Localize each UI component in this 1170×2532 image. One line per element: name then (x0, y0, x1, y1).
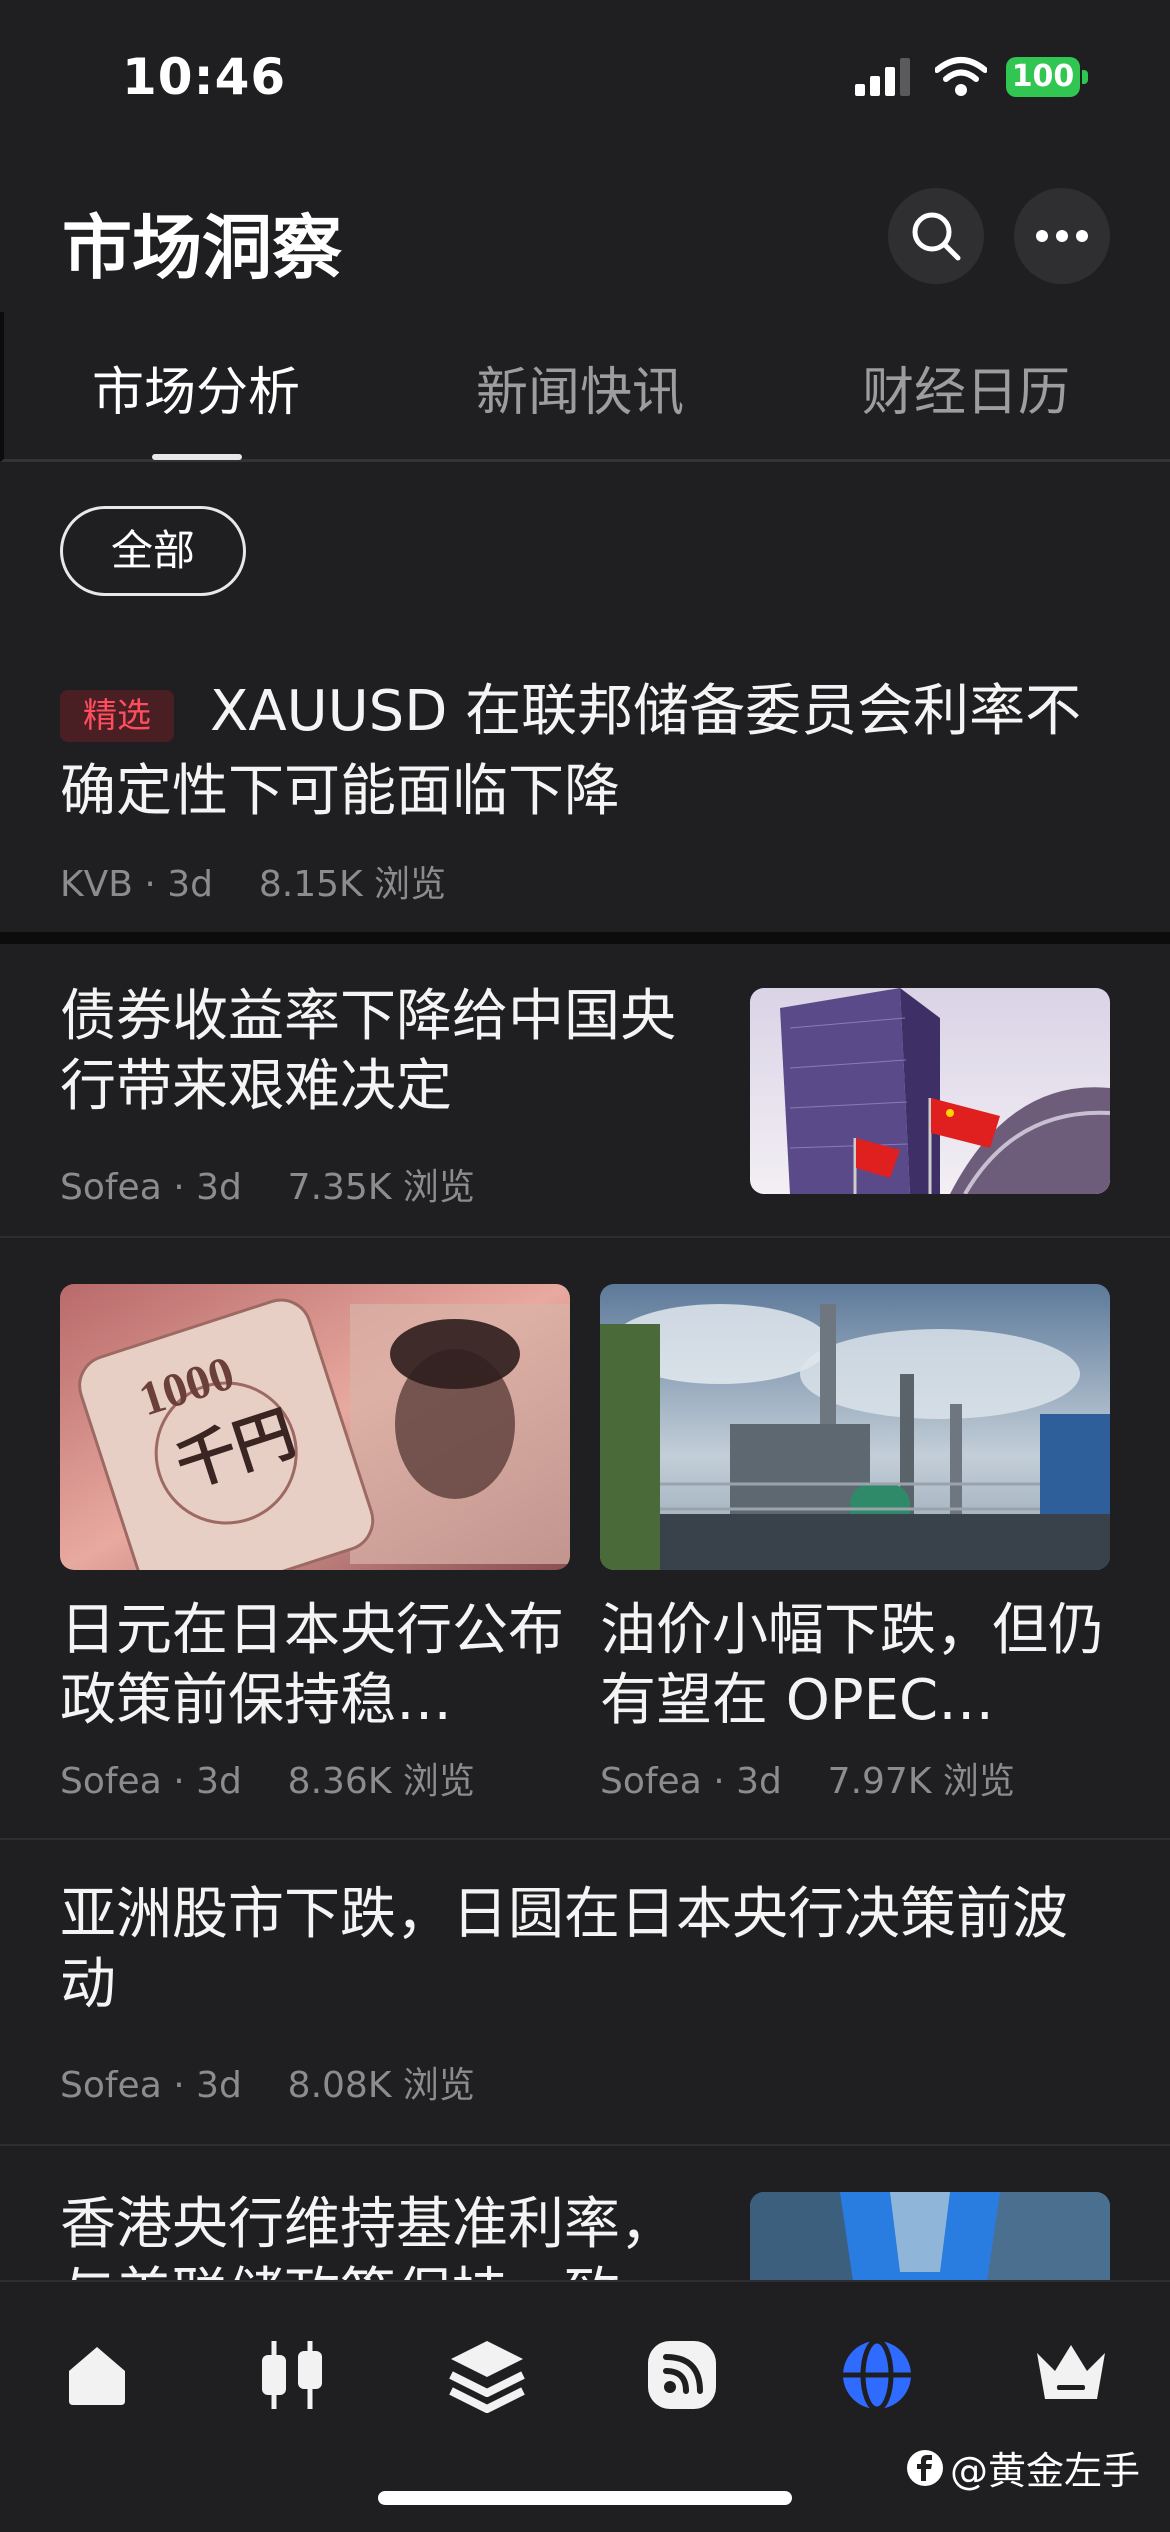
status-time: 10:46 (122, 48, 287, 106)
article-author: KVB (60, 864, 133, 905)
battery-indicator: 100 (1006, 57, 1088, 97)
more-icon (1036, 230, 1088, 242)
divider (0, 1236, 1170, 1238)
article-meta: Sofea · 3d 8.08K 浏览 (60, 2065, 475, 2106)
article-title[interactable]: XAUUSD 在联邦储备委员会利率不确定性下可能面临下降 (60, 672, 1120, 832)
feed-icon (648, 2341, 716, 2409)
article-author: Sofea (60, 2065, 162, 2106)
article-author: Sofea (600, 1761, 702, 1802)
nav-market[interactable] (247, 2330, 337, 2420)
yen-banknote-image: 1000 千円 (60, 1284, 570, 1570)
article-thumbnail[interactable] (600, 1284, 1110, 1570)
article-age: 3d (196, 2065, 242, 2106)
article-age: 3d (196, 1167, 242, 1208)
layers-icon (449, 2341, 525, 2413)
search-button[interactable] (888, 188, 984, 284)
active-tab-indicator (152, 454, 242, 460)
home-indicator (378, 2491, 792, 2505)
candlestick-icon (262, 2341, 322, 2409)
tab-news-flash[interactable]: 新闻快讯 (476, 350, 684, 425)
article-age: 3d (167, 864, 214, 905)
globe-icon (843, 2338, 911, 2412)
article-views: 8.15K 浏览 (258, 864, 447, 905)
article-thumbnail[interactable]: 1000 千円 (60, 1284, 570, 1570)
article-title[interactable]: 日元在日本央行公布政策前保持稳… (60, 1596, 570, 1736)
article-title[interactable]: 亚洲股市下跌，日圆在日本央行决策前波动 (60, 1880, 1120, 2020)
article-meta: Sofea · 3d 7.35K 浏览 (60, 1167, 475, 1208)
divider (0, 1838, 1170, 1840)
battery-level: 100 (1011, 59, 1075, 94)
watermark: @黄金左手 (906, 2440, 1140, 2495)
article-author: Sofea (60, 1167, 162, 1208)
watermark-text: @黄金左手 (950, 2449, 1141, 2493)
divider (0, 2144, 1170, 2146)
nav-feed[interactable] (637, 2330, 727, 2420)
watermark-logo-icon (907, 2449, 943, 2486)
article-views: 8.36K 浏览 (287, 1761, 475, 1802)
more-button[interactable] (1014, 188, 1110, 284)
article-meta: KVB · 3d 8.15K 浏览 (60, 864, 447, 905)
article-views: 7.97K 浏览 (827, 1761, 1015, 1802)
nav-insights[interactable] (832, 2330, 922, 2420)
oil-refinery-image (600, 1284, 1110, 1570)
article-title[interactable]: 债券收益率下降给中国央行带来艰难决定 (60, 982, 720, 1122)
nav-portfolio[interactable] (442, 2330, 532, 2420)
tab-economic-calendar[interactable]: 财经日历 (862, 350, 1070, 425)
building-flags-image (750, 988, 1110, 1194)
article-views: 7.35K 浏览 (287, 1167, 475, 1208)
nav-vip[interactable] (1026, 2330, 1116, 2420)
nav-home[interactable] (52, 2330, 142, 2420)
home-icon (69, 2347, 125, 2405)
page-title: 市场洞察 (62, 207, 342, 289)
article-meta: Sofea · 3d 8.36K 浏览 (60, 1761, 475, 1802)
section-divider (0, 932, 1170, 944)
article-age: 3d (736, 1761, 782, 1802)
article-meta: Sofea · 3d 7.97K 浏览 (600, 1761, 1015, 1802)
search-icon (912, 212, 961, 261)
filter-chip-all[interactable]: 全部 (60, 506, 246, 596)
signal-icon (855, 58, 910, 96)
crown-icon (1037, 2345, 1105, 2399)
article-thumbnail[interactable] (750, 988, 1110, 1194)
article-author: Sofea (60, 1761, 162, 1802)
article-age: 3d (196, 1761, 242, 1802)
wifi-icon (935, 57, 987, 96)
tab-market-analysis[interactable]: 市场分析 (92, 350, 300, 425)
article-views: 8.08K 浏览 (287, 2065, 475, 2106)
article-title[interactable]: 油价小幅下跌，但仍有望在 OPEC… (600, 1596, 1110, 1736)
